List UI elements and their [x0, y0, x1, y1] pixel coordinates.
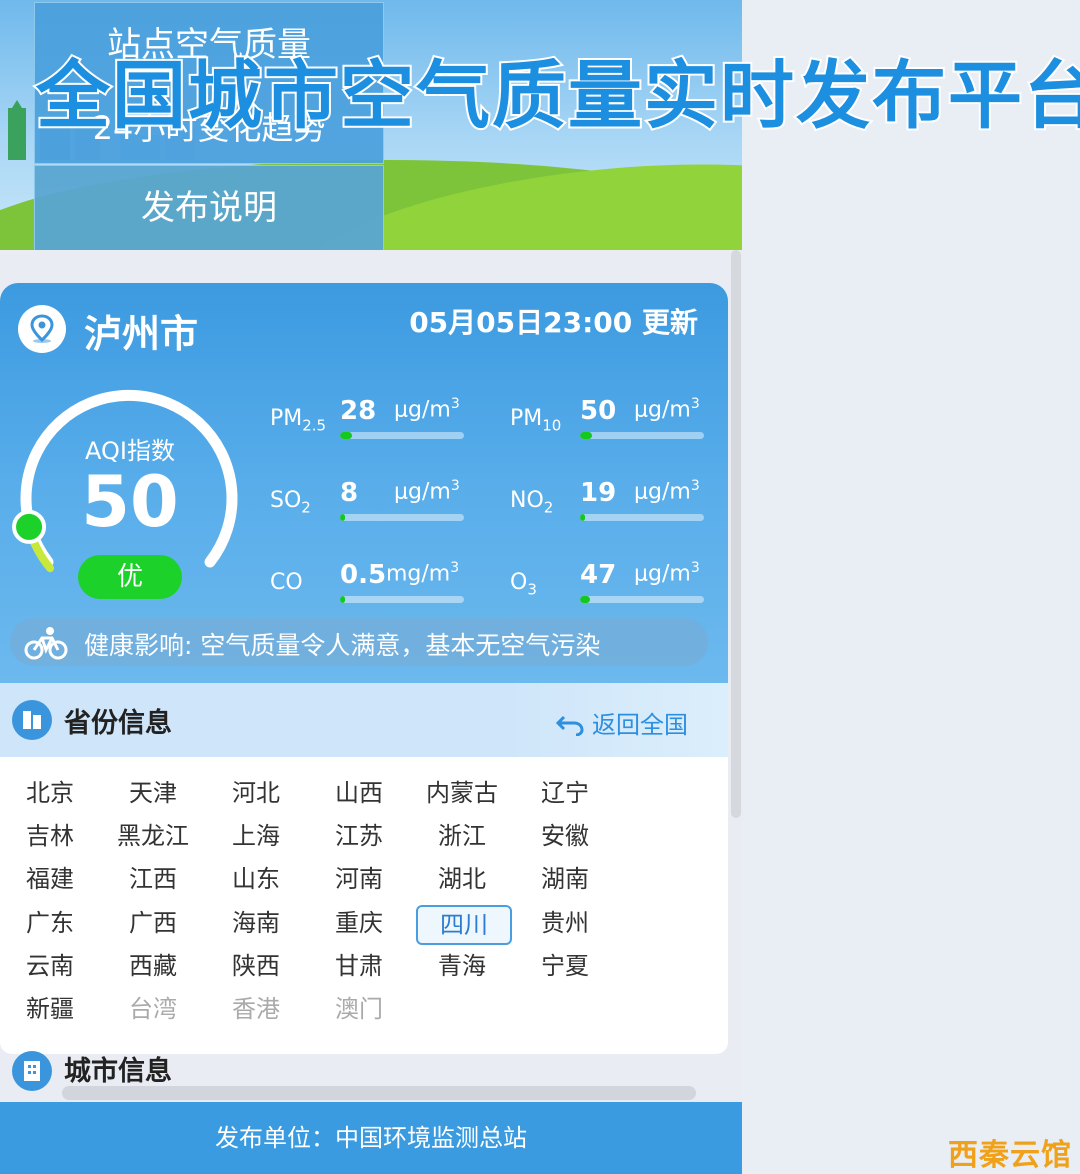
- pollutant-value: 28: [340, 396, 377, 426]
- vertical-scrollbar[interactable]: [731, 250, 741, 818]
- aqi-gauge-knob: [12, 509, 47, 544]
- province-item[interactable]: 贵州: [519, 905, 611, 941]
- province-item[interactable]: 陕西: [210, 948, 302, 984]
- buildings-icon: [12, 700, 52, 740]
- province-item[interactable]: 上海: [210, 818, 302, 854]
- province-item[interactable]: 湖北: [416, 861, 508, 897]
- pollutant-bar: [340, 514, 464, 521]
- province-section-header: 省份信息 返回全国: [0, 683, 728, 757]
- pollutant-name: PM2.5: [270, 406, 327, 435]
- province-item[interactable]: 宁夏: [519, 948, 611, 984]
- province-item[interactable]: 辽宁: [519, 775, 611, 811]
- province-item[interactable]: 黑龙江: [107, 818, 199, 854]
- province-list: 北京 天津 河北 山西 内蒙古 辽宁吉林 黑龙江 上海 江苏 浙江 安徽福建 江西 山东 河南 湖北 湖南广东…: [0, 757, 728, 1054]
- pollutant-value: 0.5: [340, 560, 387, 590]
- aqi-level-badge: 优: [78, 555, 182, 599]
- pollutant-value: 8: [340, 478, 359, 508]
- pollutant-no2: NO2 19 μg/m3: [510, 470, 710, 530]
- province-item[interactable]: 内蒙古: [416, 775, 508, 811]
- footer-publisher: 发布单位：中国环境监测总站: [0, 1102, 742, 1174]
- province-item[interactable]: 台湾: [107, 991, 199, 1027]
- pollutant-bar: [580, 514, 704, 521]
- province-item[interactable]: 吉林: [4, 818, 96, 854]
- province-item[interactable]: 广东: [4, 905, 96, 941]
- province-item[interactable]: 澳门: [313, 991, 405, 1027]
- pollutant-unit: μg/m3: [634, 478, 700, 505]
- pollutant-unit: μg/m3: [634, 560, 700, 587]
- pollutant-unit: μg/m3: [634, 396, 700, 423]
- province-item[interactable]: 北京: [4, 775, 96, 811]
- release-notes-tab[interactable]: 发布说明: [34, 165, 384, 250]
- pollutant-name: NO2: [510, 488, 554, 517]
- city-name[interactable]: 泸州市: [84, 303, 198, 358]
- pollutant-bar: [580, 432, 704, 439]
- province-item[interactable]: 西藏: [107, 948, 199, 984]
- pollutant-unit: mg/m3: [386, 560, 460, 587]
- province-item[interactable]: 云南: [4, 948, 96, 984]
- pollutant-unit: μg/m3: [394, 478, 460, 505]
- pollutant-name: O3: [510, 570, 537, 599]
- province-item[interactable]: 青海: [416, 948, 508, 984]
- province-item[interactable]: 甘肃: [313, 948, 405, 984]
- province-item[interactable]: 广西: [107, 905, 199, 941]
- province-item[interactable]: 香港: [210, 991, 302, 1027]
- health-impact-banner: 健康影响: 空气质量令人满意，基本无空气污染: [10, 618, 708, 666]
- province-item[interactable]: 福建: [4, 861, 96, 897]
- province-item[interactable]: 江苏: [313, 818, 405, 854]
- province-item[interactable]: 四川: [416, 904, 512, 945]
- app-window: 站点空气质量 24小时变化趋势 发布说明 泸州市 05月05日23:00 更新 …: [0, 0, 742, 1174]
- province-item[interactable]: 湖南: [519, 861, 611, 897]
- pollutant-value: 47: [580, 560, 617, 590]
- province-item[interactable]: 江西: [107, 861, 199, 897]
- empty-area: [742, 0, 1080, 1174]
- bicycle-icon: [24, 627, 68, 660]
- pollutant-name: CO: [270, 570, 303, 595]
- province-item[interactable]: 安徽: [519, 818, 611, 854]
- province-item[interactable]: 重庆: [313, 905, 405, 941]
- health-impact-text: 健康影响: 空气质量令人满意，基本无空气污染: [84, 631, 601, 660]
- pollutant-value: 19: [580, 478, 617, 508]
- pollutant-bar: [340, 432, 464, 439]
- province-item[interactable]: 浙江: [416, 818, 508, 854]
- pollutant-o3: O3 47 μg/m3: [510, 552, 710, 612]
- city-section-title: 城市信息: [64, 1056, 172, 1087]
- province-item[interactable]: 新疆: [4, 991, 96, 1027]
- province-item[interactable]: 山东: [210, 861, 302, 897]
- back-to-national-link[interactable]: 返回全国: [556, 705, 688, 740]
- back-arrow-icon: [556, 715, 584, 737]
- province-item[interactable]: 河北: [210, 775, 302, 811]
- city-building-icon: [12, 1051, 52, 1091]
- watermark: 西秦云馆: [948, 1138, 1072, 1173]
- update-time: 05月05日23:00 更新: [409, 306, 698, 339]
- pollutant-bar: [580, 596, 704, 603]
- location-pin-icon[interactable]: [18, 305, 66, 353]
- pollutant-co: CO 0.5 mg/m3: [270, 552, 470, 612]
- province-item[interactable]: 河南: [313, 861, 405, 897]
- province-item[interactable]: 海南: [210, 905, 302, 941]
- pollutant-unit: μg/m3: [394, 396, 460, 423]
- pollutant-name: PM10: [510, 406, 562, 435]
- pollutant-bar: [340, 596, 464, 603]
- pollutant-pm25: PM2.5 28 μg/m3: [270, 388, 470, 448]
- province-item[interactable]: 山西: [313, 775, 405, 811]
- page-title: 全国城市空气质量实时发布平台: [34, 51, 1080, 141]
- province-section-title: 省份信息: [64, 708, 172, 739]
- aqi-card: 泸州市 05月05日23:00 更新 AQI指数 50 优 PM2.5 28 μ…: [0, 283, 728, 683]
- back-to-national-label: 返回全国: [592, 711, 688, 739]
- aqi-value: 50: [81, 461, 179, 543]
- province-item[interactable]: 天津: [107, 775, 199, 811]
- horizontal-scrollbar[interactable]: [62, 1086, 696, 1100]
- pollutant-value: 50: [580, 396, 617, 426]
- pollutant-name: SO2: [270, 488, 311, 517]
- pollutant-pm10: PM10 50 μg/m3: [510, 388, 710, 448]
- pollutant-so2: SO2 8 μg/m3: [270, 470, 470, 530]
